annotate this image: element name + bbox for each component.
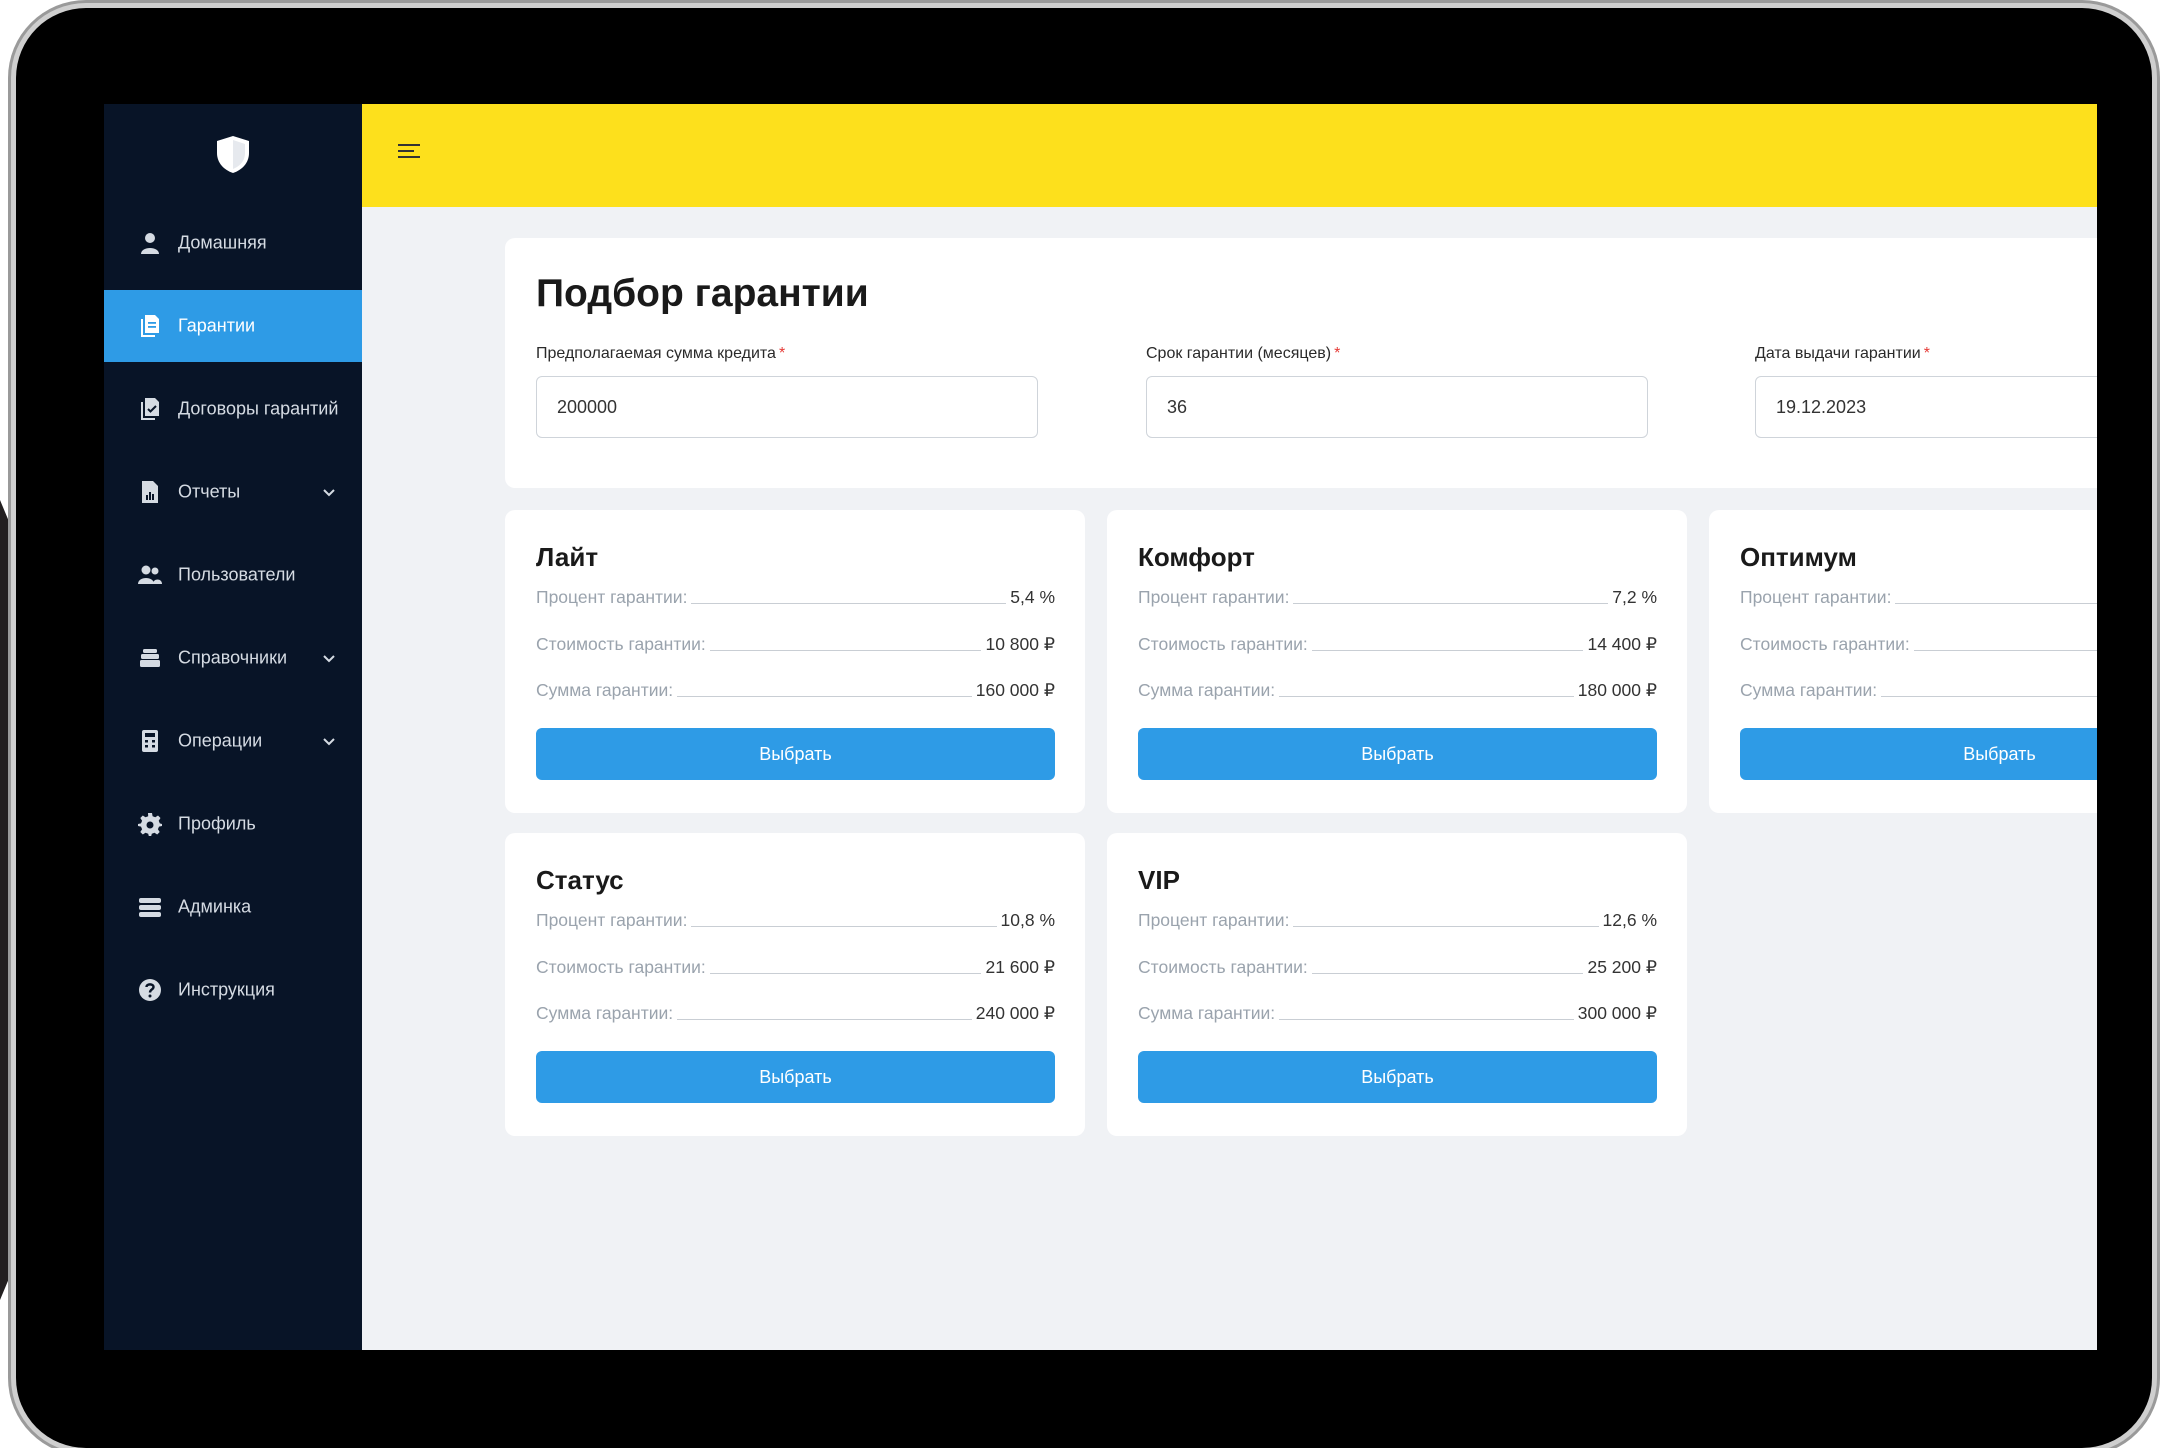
menu-toggle-icon[interactable] (398, 144, 422, 164)
tariff-name: VIP (1138, 865, 1180, 895)
sidebar-item-guarantees[interactable]: Гарантии (104, 290, 362, 362)
percent-row: Процент гарантии: 5,4 % (536, 587, 1055, 607)
question-icon (138, 978, 162, 1002)
tariff-card-vip: VIP Процент гарантии: 12,6 % Стоимость га… (1107, 833, 1687, 1136)
tariff-card-optimum: Оптимум Процент гарантии: Стоимость гара… (1709, 510, 2097, 813)
select-button[interactable]: Выбрать (536, 1051, 1055, 1103)
percent-value: 12,6 % (1602, 910, 1657, 930)
cost-row: Стоимость гарантии: 10 800 ₽ (536, 634, 1055, 654)
sum-row: Сумма гарантии: 240 000 ₽ (536, 1003, 1055, 1023)
sidebar-item-label: Инструкция (178, 979, 275, 1000)
tariff-name: Комфорт (1138, 542, 1255, 572)
percent-row: Процент гарантии: 10,8 % (536, 910, 1055, 930)
sidebar-item-reports[interactable]: Отчеты (104, 456, 362, 528)
laptop-frame: Домашняя Гарантии Договоры гарантий Отче… (16, 8, 2152, 1448)
issue-date-input[interactable] (1755, 376, 2097, 438)
required-mark: * (778, 345, 786, 362)
select-button[interactable]: Выбрать (1740, 728, 2097, 780)
percent-row: Процент гарантии: 7,2 % (1138, 587, 1657, 607)
sidebar-item-label: Договоры гарантий (178, 398, 339, 419)
calculator-icon (138, 729, 162, 753)
contracts-icon (138, 397, 162, 421)
issue-date-label: Дата выдачи гарантии * (1755, 345, 1930, 362)
page-title: Подбор гарантии (536, 272, 869, 315)
sum-row: Сумма гарантии: 300 000 ₽ (1138, 1003, 1657, 1023)
sidebar-item-admin[interactable]: Админка (104, 871, 362, 943)
cost-row: Стоимость гарантии: 21 600 ₽ (536, 957, 1055, 977)
sum-value: 180 000 ₽ (1577, 680, 1657, 700)
sidebar-item-users[interactable]: Пользователи (104, 539, 362, 611)
server-icon (138, 895, 162, 919)
sidebar-item-contracts[interactable]: Договоры гарантий (104, 373, 362, 445)
tariff-name: Лайт (536, 542, 599, 572)
required-mark: * (1923, 345, 1930, 362)
sidebar-item-home[interactable]: Домашняя (104, 207, 362, 279)
sidebar-item-label: Пользователи (178, 564, 296, 585)
percent-row: Процент гарантии: 12,6 % (1138, 910, 1657, 930)
chevron-down-icon[interactable] (322, 485, 336, 499)
sidebar-item-profile[interactable]: Профиль (104, 788, 362, 860)
chevron-down-icon[interactable] (322, 651, 336, 665)
tariff-name: Оптимум (1740, 542, 1857, 572)
sidebar-item-operations[interactable]: Операции (104, 705, 362, 777)
loan-amount-label: Предполагаемая сумма кредита * (536, 345, 786, 362)
select-button[interactable]: Выбрать (1138, 728, 1657, 780)
percent-row: Процент гарантии: (1740, 586, 2097, 608)
tariff-card-lite: Лайт Процент гарантии: 5,4 % Стоимость га… (505, 510, 1085, 813)
sidebar-item-label: Профиль (178, 813, 256, 834)
sidebar-item-instructions[interactable]: Инструкция (104, 954, 362, 1026)
guarantee-term-label: Срок гарантии (месяцев) * (1146, 345, 1341, 362)
guarantee-term-input[interactable] (1146, 376, 1648, 438)
select-button[interactable]: Выбрать (1138, 1051, 1657, 1103)
sum-value: 160 000 ₽ (975, 680, 1055, 700)
sum-value: 300 000 ₽ (1577, 1003, 1657, 1023)
user-icon (138, 231, 162, 255)
guarantee-form-panel: Подбор гарантии Предполагаемая сумма кре… (505, 238, 2097, 488)
tariff-name: Статус (536, 865, 624, 895)
sum-value: 240 000 ₽ (975, 1003, 1055, 1023)
sidebar-item-label: Гарантии (178, 315, 256, 336)
sum-row: Сумма гарантии: 160 000 ₽ (536, 680, 1055, 700)
users-icon (138, 563, 162, 587)
sidebar: Домашняя Гарантии Договоры гарантий Отче… (104, 104, 362, 1350)
sidebar-item-label: Операции (178, 730, 263, 751)
sidebar-item-references[interactable]: Справочники (104, 622, 362, 694)
chevron-down-icon[interactable] (322, 734, 336, 748)
cost-row: Стоимость гарантии: (1740, 633, 2097, 655)
percent-value: 10,8 % (1000, 910, 1055, 930)
required-mark: * (1334, 345, 1341, 362)
cost-value: 14 400 ₽ (1587, 634, 1657, 654)
sidebar-item-label: Справочники (178, 647, 288, 668)
sidebar-item-label: Домашняя (178, 232, 267, 253)
sum-row: Сумма гарантии: (1740, 679, 2097, 701)
sidebar-item-label: Отчеты (178, 481, 241, 502)
gear-icon (138, 812, 162, 836)
report-icon (138, 480, 162, 504)
cost-row: Стоимость гарантии: 14 400 ₽ (1138, 634, 1657, 654)
tariff-card-status: Статус Процент гарантии: 10,8 % Стоимость… (505, 833, 1085, 1136)
documents-icon (138, 314, 162, 338)
loan-amount-input[interactable] (536, 376, 1038, 438)
top-bar (362, 104, 2097, 207)
cost-value: 25 200 ₽ (1587, 957, 1657, 977)
books-icon (138, 646, 162, 670)
percent-value: 7,2 % (1612, 587, 1657, 607)
app-screen: Домашняя Гарантии Договоры гарантий Отче… (104, 104, 2097, 1350)
select-button[interactable]: Выбрать (536, 728, 1055, 780)
sum-row: Сумма гарантии: 180 000 ₽ (1138, 680, 1657, 700)
cost-value: 10 800 ₽ (985, 634, 1055, 654)
cost-row: Стоимость гарантии: 25 200 ₽ (1138, 957, 1657, 977)
shield-icon[interactable] (213, 134, 253, 174)
tariff-card-comfort: Комфорт Процент гарантии: 7,2 % Стоимость… (1107, 510, 1687, 813)
sidebar-item-label: Админка (178, 896, 252, 917)
cost-value: 21 600 ₽ (985, 957, 1055, 977)
percent-value: 5,4 % (1010, 587, 1055, 607)
